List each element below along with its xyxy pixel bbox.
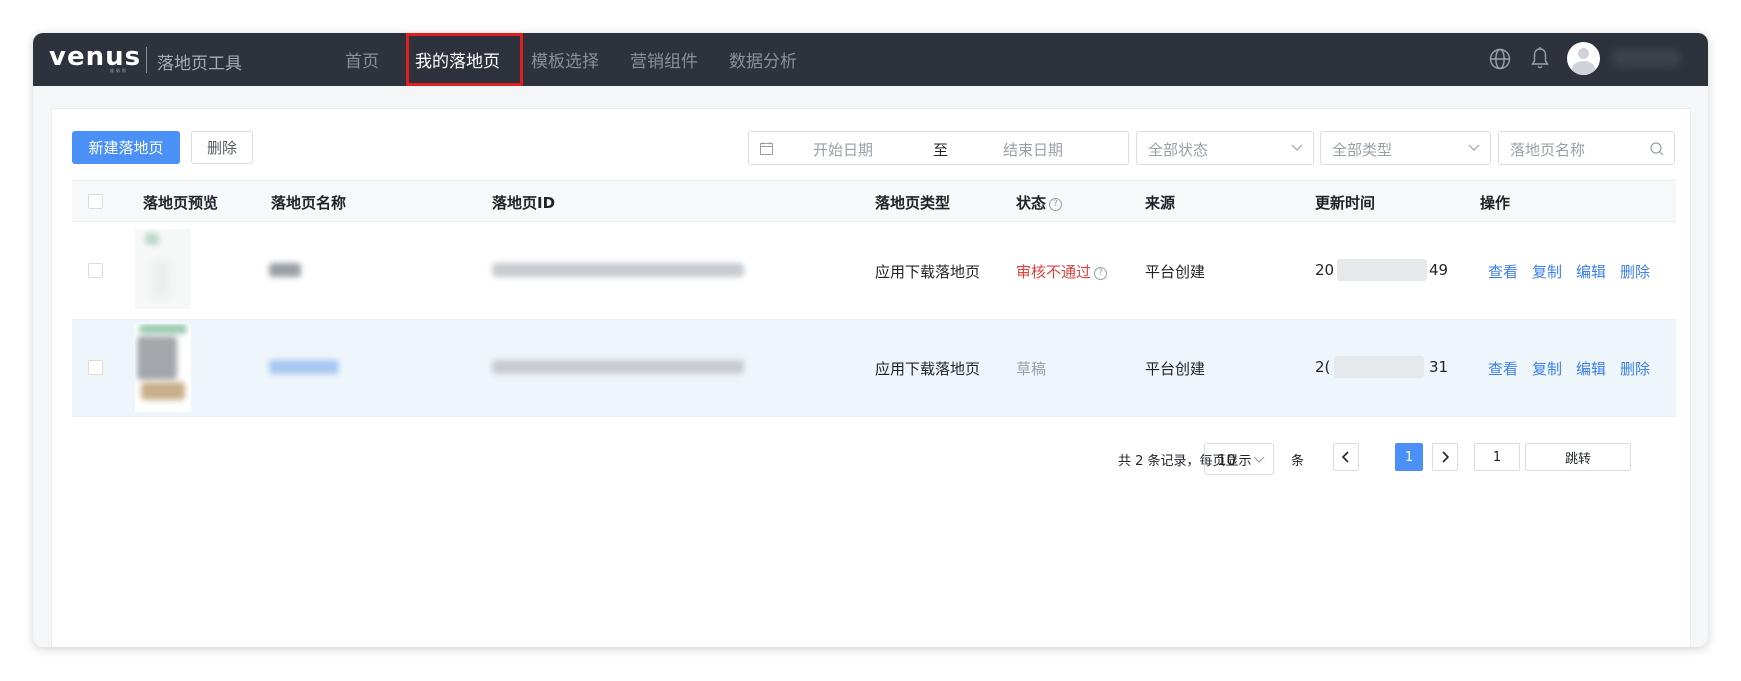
chevron-down-icon (1253, 456, 1265, 463)
username-redacted[interactable] (1611, 49, 1681, 67)
landing-page-type: 应用下载落地页 (875, 263, 981, 281)
column-preview: 落地页预览 (143, 194, 219, 212)
updated-time-redacted (1334, 356, 1424, 378)
source: 平台创建 (1145, 263, 1206, 281)
current-page[interactable]: 1 (1395, 443, 1423, 471)
name-search-input[interactable]: 落地页名称 (1498, 131, 1675, 165)
date-range-picker[interactable]: 开始日期 至 结束日期 (748, 131, 1129, 165)
nav-home[interactable]: 首页 (345, 47, 379, 72)
nav-data-analysis[interactable]: 数据分析 (729, 47, 797, 72)
search-placeholder: 落地页名称 (1510, 141, 1586, 159)
prev-page-button[interactable] (1333, 443, 1359, 471)
landing-page-name-redacted[interactable] (269, 263, 301, 277)
type-select[interactable]: 全部类型 (1320, 131, 1491, 165)
view-link[interactable]: 查看 (1488, 360, 1518, 378)
date-separator: 至 (933, 141, 949, 159)
content-card: 新建落地页 删除 开始日期 至 结束日期 全部状态 全部类型 落地页名称 落地页… (51, 108, 1691, 647)
table-row: 应用下载落地页 草稿 平台创建 2( 31 查看 复制 编辑 删除 (72, 320, 1676, 417)
chevron-down-icon (1291, 144, 1303, 151)
landing-page-name-link-redacted[interactable] (269, 360, 339, 374)
help-icon[interactable]: ? (1094, 267, 1108, 280)
search-icon[interactable] (1650, 142, 1664, 156)
row-checkbox[interactable] (88, 263, 103, 278)
column-updated-time: 更新时间 (1315, 194, 1376, 212)
status-select-value: 全部状态 (1148, 141, 1209, 159)
row-checkbox[interactable] (88, 360, 103, 375)
row-actions: 查看 复制 编辑 删除 (1488, 358, 1664, 379)
new-landing-page-button[interactable]: 新建落地页 (72, 131, 180, 164)
chevron-down-icon (1468, 144, 1480, 151)
row-actions: 查看 复制 编辑 删除 (1488, 261, 1664, 282)
chevron-left-icon (1341, 451, 1349, 463)
copy-link[interactable]: 复制 (1532, 360, 1562, 378)
chevron-right-icon (1442, 451, 1450, 463)
page-size-select[interactable]: 10 (1204, 443, 1274, 475)
select-all-checkbox[interactable] (88, 194, 103, 209)
column-source: 来源 (1145, 194, 1176, 212)
column-status-label: 状态 (1016, 194, 1047, 212)
logo-subtitle: 维纳斯 (110, 68, 128, 73)
user-avatar[interactable] (1567, 42, 1600, 75)
updated-time-end: 31 (1429, 358, 1449, 376)
table-header: 落地页预览 落地页名称 落地页ID 落地页类型 状态? 来源 更新时间 操作 (72, 180, 1676, 222)
globe-icon[interactable] (1489, 48, 1511, 70)
updated-time-start: 2( (1315, 358, 1331, 376)
jump-page-input[interactable]: 1 (1474, 443, 1520, 471)
status-draft: 草稿 (1016, 360, 1047, 378)
column-name: 落地页名称 (271, 194, 347, 212)
delete-button[interactable]: 删除 (191, 131, 253, 164)
landing-page-thumbnail[interactable] (135, 324, 191, 412)
status-rejected: 审核不通过? (1016, 261, 1108, 282)
end-date-input[interactable]: 结束日期 (1003, 139, 1063, 160)
calendar-icon (760, 142, 773, 155)
nav-marketing-components[interactable]: 营销组件 (630, 47, 698, 72)
column-status: 状态? (1016, 192, 1063, 213)
delete-link[interactable]: 删除 (1620, 263, 1650, 281)
landing-page-thumbnail[interactable] (135, 229, 191, 309)
edit-link[interactable]: 编辑 (1576, 263, 1606, 281)
app-window: venus 维纳斯 落地页工具 首页 我的落地页 模板选择 营销组件 数据分析 … (33, 33, 1708, 647)
type-select-value: 全部类型 (1332, 141, 1393, 159)
column-id: 落地页ID (492, 194, 556, 212)
column-type: 落地页类型 (875, 194, 951, 212)
next-page-button[interactable] (1432, 443, 1458, 471)
table-row: 应用下载落地页 审核不通过? 平台创建 20 49 查看 复制 编辑 删除 (72, 223, 1676, 320)
help-icon[interactable]: ? (1049, 198, 1063, 211)
source: 平台创建 (1145, 360, 1206, 378)
landing-page-id-redacted (492, 263, 744, 277)
logo-divider (146, 47, 147, 73)
page-size-value: 10 (1217, 451, 1237, 469)
nav-templates[interactable]: 模板选择 (531, 47, 599, 72)
landing-page-type: 应用下载落地页 (875, 360, 981, 378)
column-actions: 操作 (1480, 194, 1511, 212)
delete-link[interactable]: 删除 (1620, 360, 1650, 378)
updated-time-end: 49 (1429, 261, 1449, 279)
landing-page-id-redacted (492, 360, 744, 374)
updated-time-redacted (1337, 259, 1427, 281)
view-link[interactable]: 查看 (1488, 263, 1518, 281)
status-select[interactable]: 全部状态 (1136, 131, 1314, 165)
top-navigation-bar: venus 维纳斯 落地页工具 首页 我的落地页 模板选择 营销组件 数据分析 (33, 33, 1708, 86)
copy-link[interactable]: 复制 (1532, 263, 1562, 281)
status-rejected-label: 审核不通过 (1016, 263, 1092, 281)
edit-link[interactable]: 编辑 (1576, 360, 1606, 378)
page-size-unit: 条 (1291, 454, 1305, 469)
jump-button[interactable]: 跳转 (1525, 443, 1631, 471)
app-name: 落地页工具 (157, 54, 242, 74)
bell-icon[interactable] (1530, 46, 1550, 70)
active-nav-highlight (406, 33, 523, 86)
start-date-input[interactable]: 开始日期 (813, 139, 873, 160)
updated-time-start: 20 (1315, 261, 1335, 279)
